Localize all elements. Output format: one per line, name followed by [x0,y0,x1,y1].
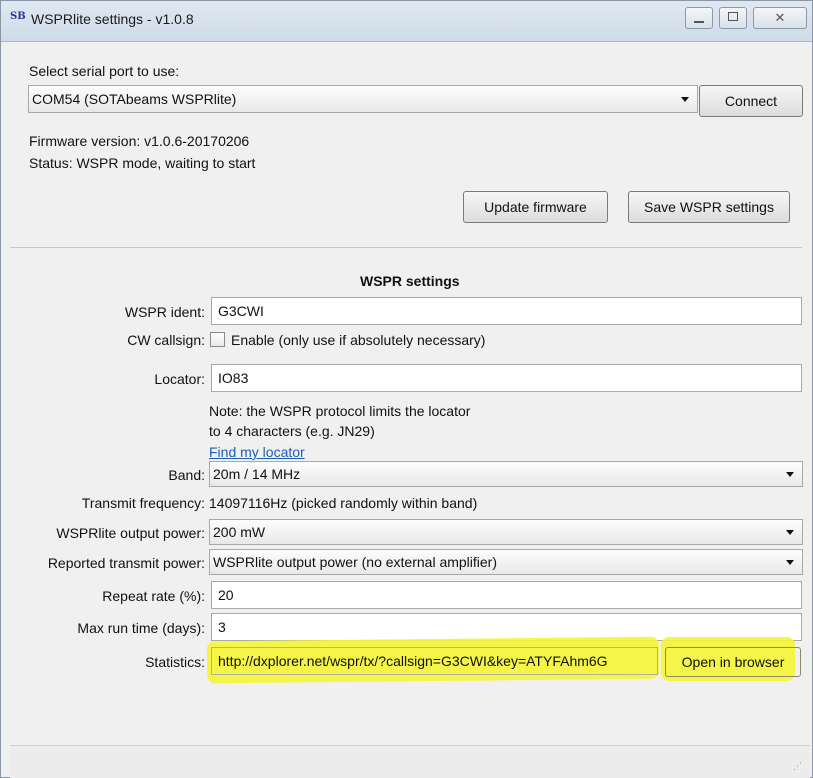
cw-callsign-label: CW callsign: [127,332,205,348]
minimize-button[interactable] [685,7,713,29]
close-button[interactable]: ✕ [753,7,807,29]
chevron-down-icon [786,530,794,535]
cw-enable-checkbox[interactable] [210,332,225,347]
app-logo-icon: SB [10,11,26,22]
repeat-rate-input[interactable]: 20 [211,581,802,609]
locator-note-line-1: Note: the WSPR protocol limits the locat… [209,403,471,419]
settings-window: SB WSPRlite settings - v1.0.8 ✕ Select s… [0,0,813,778]
section-divider [10,247,802,248]
band-value: 20m / 14 MHz [213,466,301,482]
chevron-down-icon [786,472,794,477]
find-locator-link[interactable]: Find my locator [209,444,305,460]
connect-button[interactable]: Connect [699,85,803,117]
maximize-icon [728,12,738,21]
chevron-down-icon [786,560,794,565]
transmit-frequency-label: Transmit frequency: [81,495,205,511]
locator-label: Locator: [154,371,205,387]
band-select[interactable]: 20m / 14 MHz [209,461,803,487]
status-bar: ⋰ [10,745,810,778]
open-in-browser-button[interactable]: Open in browser [665,647,801,677]
output-power-label: WSPRlite output power: [56,525,205,541]
output-power-select[interactable]: 200 mW [209,519,803,545]
reported-power-label: Reported transmit power: [47,555,205,571]
output-power-value: 200 mW [213,524,266,540]
serial-port-value: COM54 (SOTAbeams WSPRlite) [32,91,237,107]
statistics-url-field[interactable]: http://dxplorer.net/wspr/tx/?callsign=G3… [211,647,658,675]
chevron-down-icon [681,97,689,102]
save-settings-button[interactable]: Save WSPR settings [628,191,790,223]
minimize-icon [694,21,704,23]
ident-label: WSPR ident: [124,304,205,320]
cw-enable-text: Enable (only use if absolutely necessary… [231,332,486,348]
maximize-button[interactable] [719,7,747,29]
window-title: WSPRlite settings - v1.0.8 [31,11,194,27]
max-run-time-label: Max run time (days): [77,620,205,636]
update-firmware-button[interactable]: Update firmware [463,191,608,223]
locator-note-line-2: to 4 characters (e.g. JN29) [209,423,375,439]
reported-power-select[interactable]: WSPRlite output power (no external ampli… [209,549,803,575]
title-bar[interactable]: SB WSPRlite settings - v1.0.8 ✕ [1,1,812,42]
transmit-frequency-value: 14097116Hz (picked randomly within band) [209,495,478,511]
settings-heading: WSPR settings [360,273,460,289]
band-label: Band: [168,467,205,483]
repeat-rate-label: Repeat rate (%): [102,588,205,604]
serial-port-select[interactable]: COM54 (SOTAbeams WSPRlite) [28,85,698,113]
firmware-version-text: Firmware version: v1.0.6-20170206 [29,133,250,149]
locator-input[interactable]: IO83 [211,364,802,392]
resize-grip-icon[interactable]: ⋰ [793,761,802,772]
close-icon: ✕ [774,10,786,25]
ident-input[interactable]: G3CWI [211,297,802,325]
reported-power-value: WSPRlite output power (no external ampli… [213,554,498,570]
serial-port-label: Select serial port to use: [29,63,180,79]
status-text: Status: WSPR mode, waiting to start [29,155,256,171]
statistics-label: Statistics: [145,654,205,670]
